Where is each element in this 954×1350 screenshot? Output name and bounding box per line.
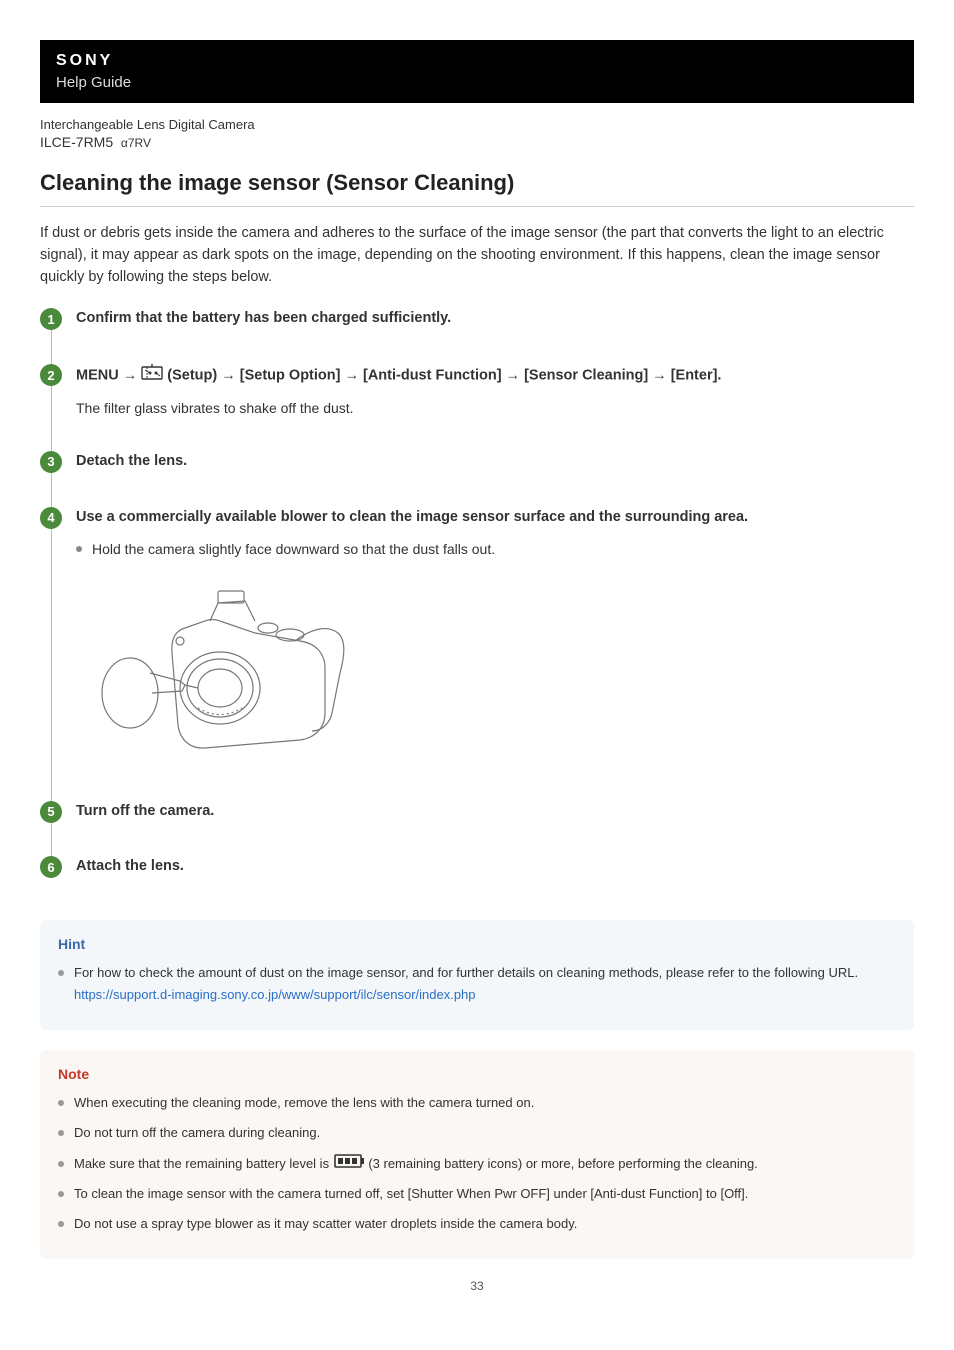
- help-guide-label: Help Guide: [56, 74, 898, 91]
- header-bar: SONY Help Guide: [40, 40, 914, 103]
- step-4-bullet-1: Hold the camera slightly face downward s…: [76, 538, 914, 560]
- step-6-title: Attach the lens.: [76, 856, 914, 878]
- step-3: 3 Detach the lens.: [76, 451, 914, 507]
- hint-box: Hint For how to check the amount of dust…: [40, 920, 914, 1030]
- note-item-2: Do not turn off the camera during cleani…: [58, 1122, 896, 1144]
- brand-logo: SONY: [56, 52, 898, 70]
- note-box: Note When executing the cleaning mode, r…: [40, 1050, 914, 1259]
- step-num-6: 6: [40, 856, 62, 878]
- step-num-2: 2: [40, 364, 62, 386]
- note-item-3-prefix: Make sure that the remaining battery lev…: [74, 1156, 333, 1171]
- note-item-4: To clean the image sensor with the camer…: [58, 1183, 896, 1205]
- step-2-suffix: (Setup) → [Setup Option] → [Anti-dust Fu…: [167, 368, 721, 384]
- model-main: ILCE-7RM5: [40, 134, 113, 150]
- intro-text: If dust or debris gets inside the camera…: [40, 223, 914, 288]
- step-2-title: MENU → (Setup) → [Setup Option] → [Anti-…: [76, 364, 914, 388]
- hint-title: Hint: [58, 936, 896, 952]
- step-4-bullets: Hold the camera slightly face downward s…: [76, 538, 914, 560]
- step-3-title: Detach the lens.: [76, 451, 914, 473]
- note-list: When executing the cleaning mode, remove…: [58, 1092, 896, 1235]
- note-item-5: Do not use a spray type blower as it may…: [58, 1213, 896, 1235]
- model-suffix: α7RV: [121, 136, 151, 150]
- step-num-3: 3: [40, 451, 62, 473]
- product-model: ILCE-7RM5 α7RV: [40, 134, 914, 150]
- hint-link[interactable]: https://support.d-imaging.sony.co.jp/www…: [74, 987, 476, 1002]
- step-6: 6 Attach the lens.: [76, 856, 914, 912]
- note-item-1: When executing the cleaning mode, remove…: [58, 1092, 896, 1114]
- note-item-3-suffix: (3 remaining battery icons) or more, bef…: [368, 1156, 757, 1171]
- hint-item-1-text: For how to check the amount of dust on t…: [74, 965, 858, 980]
- note-item-3: Make sure that the remaining battery lev…: [58, 1153, 896, 1176]
- step-num-4: 4: [40, 507, 62, 529]
- setup-icon: [141, 364, 163, 388]
- blower-illustration: [90, 573, 370, 773]
- step-5-title: Turn off the camera.: [76, 801, 914, 823]
- product-category: Interchangeable Lens Digital Camera: [40, 117, 914, 132]
- hint-list: For how to check the amount of dust on t…: [58, 962, 896, 1006]
- step-4-title: Use a commercially available blower to c…: [76, 507, 914, 529]
- step-num-5: 5: [40, 801, 62, 823]
- step-num-1: 1: [40, 308, 62, 330]
- steps-container: 1 Confirm that the battery has been char…: [40, 308, 914, 912]
- page-number: 33: [40, 1279, 914, 1293]
- hint-item-1: For how to check the amount of dust on t…: [58, 962, 896, 1006]
- step-1: 1 Confirm that the battery has been char…: [76, 308, 914, 364]
- note-title: Note: [58, 1066, 896, 1082]
- step-5: 5 Turn off the camera.: [76, 801, 914, 857]
- step-2-prefix: MENU →: [76, 368, 141, 384]
- page-title: Cleaning the image sensor (Sensor Cleani…: [40, 170, 914, 207]
- step-1-title: Confirm that the battery has been charge…: [76, 308, 914, 330]
- battery-icon: [333, 1153, 365, 1175]
- step-4: 4 Use a commercially available blower to…: [76, 507, 914, 801]
- step-2: 2 MENU → (Setup) → [Setup Option] → [Ant…: [76, 364, 914, 451]
- step-2-desc: The filter glass vibrates to shake off t…: [76, 398, 914, 419]
